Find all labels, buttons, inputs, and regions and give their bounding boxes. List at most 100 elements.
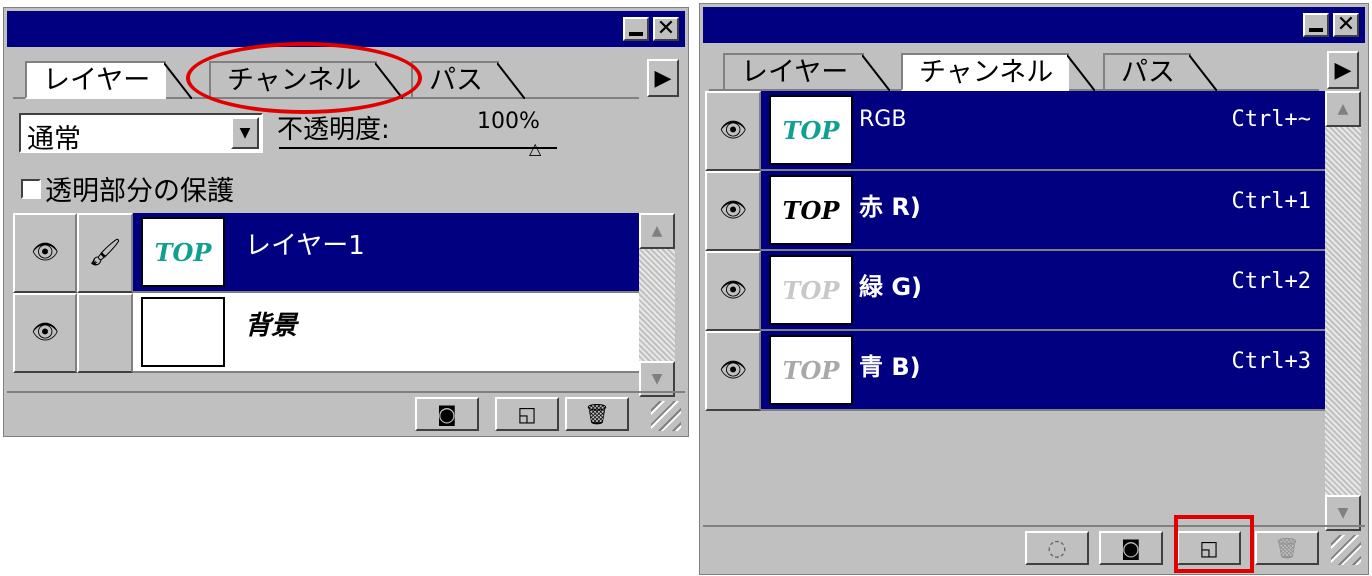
preserve-transparency-label: 透明部分の保護 — [45, 176, 234, 207]
tab-channels[interactable]: チャンネル — [901, 53, 1096, 91]
opacity-slider-handle[interactable]: △ — [529, 141, 541, 157]
chevron-down-icon[interactable]: ▼ — [231, 117, 259, 149]
title-bar[interactable]: ✕ — [7, 11, 685, 47]
channels-scrollbar[interactable]: ▲ ▼ — [1325, 91, 1361, 531]
channel-thumbnail: TOP — [769, 175, 853, 245]
layer-name: 背景 — [245, 311, 298, 341]
tab-edge — [1189, 54, 1217, 91]
minimize-button[interactable] — [1303, 13, 1329, 37]
layer-thumbnail: TOP — [141, 217, 225, 287]
visibility-toggle[interactable]: 👁 — [705, 251, 761, 331]
opacity-label: 不透明度: — [277, 115, 390, 145]
visibility-toggle[interactable]: 👁 — [705, 171, 761, 251]
channel-body[interactable]: TOP 赤 R) Ctrl+1 — [761, 171, 1325, 251]
tab-label: レイヤー — [741, 57, 849, 88]
close-button[interactable]: ✕ — [653, 17, 679, 41]
delete-channel-button[interactable]: 🗑 — [1255, 531, 1319, 565]
paint-toggle[interactable] — [77, 293, 133, 373]
channel-name: 緑 G) — [859, 273, 923, 301]
preserve-transparency-checkbox[interactable] — [21, 178, 41, 199]
scroll-up-icon[interactable]: ▲ — [1325, 91, 1361, 127]
tab-edge — [862, 54, 891, 91]
layer-row[interactable]: 👁 🖌 TOP レイヤー1 — [13, 213, 639, 293]
tab-label: チャンネル — [919, 57, 1054, 88]
opacity-slider-track[interactable] — [279, 147, 557, 149]
load-selection-button[interactable]: ◌ — [1025, 531, 1089, 565]
channel-shortcut: Ctrl+2 — [1231, 269, 1311, 294]
eye-icon: 👁 — [719, 358, 747, 383]
dotted-circle-icon: ◌ — [1047, 535, 1067, 561]
channel-shortcut: Ctrl+1 — [1231, 189, 1311, 214]
tab-edge — [375, 62, 404, 99]
channel-shortcut: Ctrl+~ — [1231, 107, 1311, 132]
channel-row[interactable]: 👁 TOP 赤 R) Ctrl+1 — [705, 171, 1325, 251]
new-layer-button[interactable]: ◱ — [495, 397, 559, 431]
visibility-toggle[interactable]: 👁 — [705, 331, 761, 411]
tab-paths[interactable]: パス — [1103, 53, 1217, 91]
layers-footer: ◙ ◱ 🗑 — [7, 391, 685, 435]
tab-edge — [497, 62, 525, 99]
tab-edge — [164, 62, 193, 99]
tab-edge — [1067, 54, 1096, 91]
visibility-toggle[interactable]: 👁 — [705, 91, 761, 171]
channels-footer: ◌ ◙ ◱ 🗑 — [703, 525, 1365, 569]
visibility-toggle[interactable]: 👁 — [13, 293, 77, 373]
channel-name: RGB — [859, 107, 907, 132]
palette-menu-arrow-icon[interactable]: ▶ — [647, 59, 679, 97]
channel-body[interactable]: TOP 緑 G) Ctrl+2 — [761, 251, 1325, 331]
channel-body[interactable]: TOP 青 B) Ctrl+3 — [761, 331, 1325, 411]
palette-menu-arrow-icon[interactable]: ▶ — [1327, 51, 1359, 89]
channel-row[interactable]: 👁 TOP 緑 G) Ctrl+2 — [705, 251, 1325, 331]
channel-name: 青 B) — [859, 353, 921, 381]
tab-label: レイヤー — [43, 65, 151, 96]
title-bar[interactable]: ✕ — [703, 7, 1365, 43]
channel-body[interactable]: TOP RGB Ctrl+~ — [761, 91, 1325, 171]
visibility-toggle[interactable]: 👁 — [13, 213, 77, 293]
eye-icon: 👁 — [31, 320, 59, 345]
preserve-transparency-option[interactable]: 透明部分の保護 — [21, 169, 234, 208]
tab-strip: レイヤー チャンネル パス — [13, 59, 639, 99]
paint-toggle[interactable]: 🖌 — [77, 213, 133, 293]
channel-thumbnail: TOP — [769, 255, 853, 325]
thumbnail-text: TOP — [782, 195, 840, 225]
layers-palette: ✕ レイヤー チャンネル パス ▶ 通常 ▼ 不透明度: 100% △ 透明部分… — [3, 7, 689, 437]
layers-scrollbar[interactable]: ▲ ▼ — [639, 213, 675, 397]
thumbnail-text: TOP — [782, 355, 840, 385]
scroll-up-icon[interactable]: ▲ — [639, 213, 675, 249]
tab-label: パス — [1121, 57, 1175, 88]
resize-grip[interactable] — [651, 401, 681, 431]
thumbnail-text: TOP — [154, 237, 212, 267]
tab-layers[interactable]: レイヤー — [723, 53, 891, 91]
brush-icon: 🖌 — [88, 238, 122, 268]
opacity-value[interactable]: 100% — [477, 109, 540, 134]
tab-label: パス — [429, 65, 483, 96]
eye-icon: 👁 — [719, 278, 747, 303]
blend-mode-select[interactable]: 通常 ▼ — [19, 113, 263, 155]
eye-icon: 👁 — [31, 240, 59, 265]
channel-row[interactable]: 👁 TOP 青 B) Ctrl+3 — [705, 331, 1325, 411]
close-button[interactable]: ✕ — [1333, 13, 1359, 37]
layer-body[interactable]: 背景 — [133, 293, 639, 373]
delete-layer-button[interactable]: 🗑 — [565, 397, 629, 431]
tab-strip: レイヤー チャンネル パス — [709, 51, 1319, 91]
layer-thumbnail — [141, 297, 225, 367]
resize-grip[interactable] — [1331, 535, 1361, 565]
channel-row[interactable]: 👁 TOP RGB Ctrl+~ — [705, 91, 1325, 171]
channels-palette: ✕ レイヤー チャンネル パス ▶ 👁 TOP RGB Ctrl+~ 👁 TOP… — [699, 3, 1369, 575]
channel-thumbnail: TOP — [769, 335, 853, 405]
minimize-button[interactable] — [623, 17, 649, 41]
layer-row[interactable]: 👁 背景 — [13, 293, 639, 373]
new-channel-button[interactable]: ◱ — [1177, 531, 1241, 565]
tab-paths[interactable]: パス — [411, 61, 525, 99]
channel-name: 赤 R) — [859, 193, 921, 221]
layer-body[interactable]: TOP レイヤー1 — [133, 213, 639, 293]
tab-channels[interactable]: チャンネル — [209, 61, 404, 99]
layer-name: レイヤー1 — [245, 231, 365, 261]
save-selection-button[interactable]: ◙ — [1099, 531, 1163, 565]
tab-layers[interactable]: レイヤー — [25, 61, 193, 99]
eye-icon: 👁 — [719, 198, 747, 223]
blend-mode-value: 通常 — [27, 124, 81, 155]
channel-shortcut: Ctrl+3 — [1231, 349, 1311, 374]
eye-icon: 👁 — [719, 118, 747, 143]
add-mask-button[interactable]: ◙ — [415, 397, 479, 431]
